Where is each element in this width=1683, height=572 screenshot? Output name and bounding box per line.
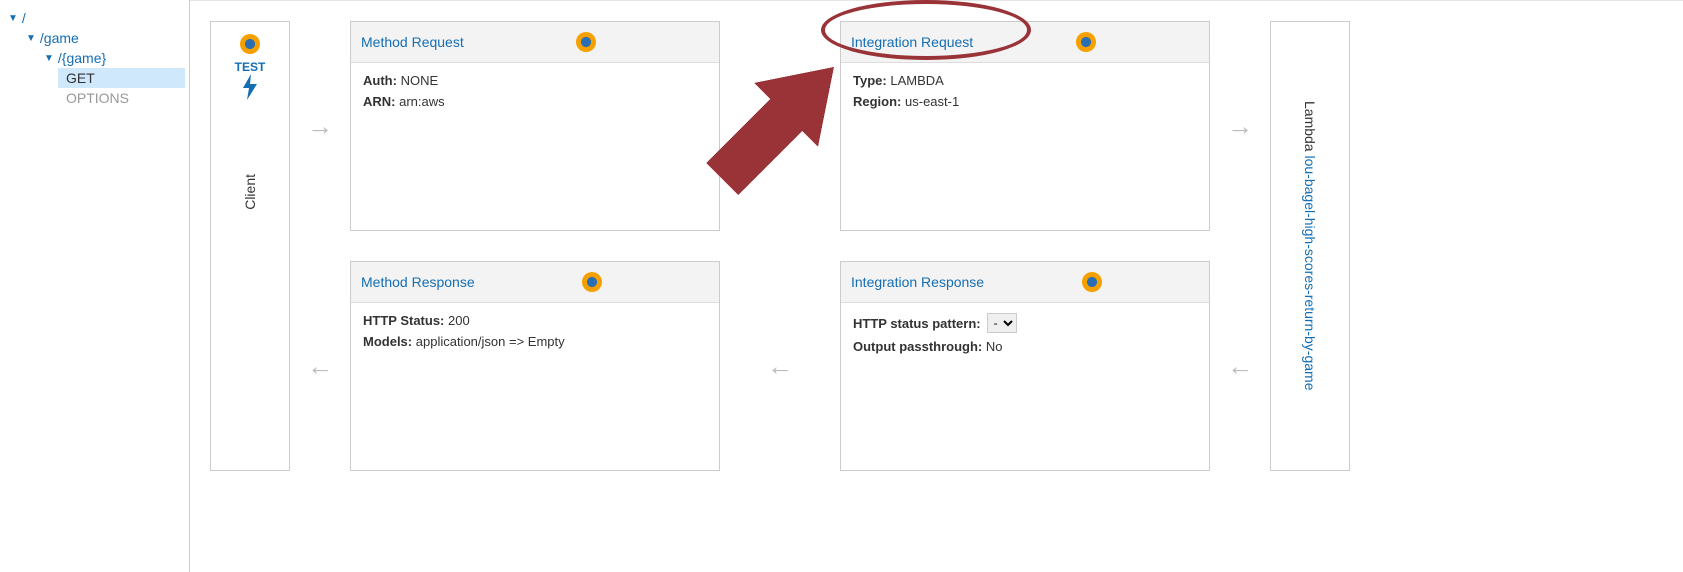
caret-down-icon: ▼ bbox=[8, 13, 18, 24]
arrow-left-icon: ← bbox=[1227, 351, 1253, 382]
http-status-label: HTTP Status: bbox=[363, 313, 444, 328]
tree-root-label: / bbox=[22, 10, 26, 26]
status-pattern-select[interactable]: - bbox=[987, 313, 1017, 333]
lambda-label: Lambda lou-bagel-high-scores-return-by-g… bbox=[1302, 101, 1318, 390]
status-pattern-label: HTTP status pattern: bbox=[853, 316, 981, 331]
tree-game-path-label: /{game} bbox=[58, 50, 106, 66]
lambda-function-link[interactable]: lou-bagel-high-scores-return-by-game bbox=[1302, 156, 1318, 391]
arrow-client-to-method-request: → bbox=[290, 21, 350, 231]
integration-response-box: Integration Response HTTP status pattern… bbox=[840, 261, 1210, 471]
caret-down-icon: ▼ bbox=[44, 53, 54, 64]
arrow-method-to-integration-request bbox=[720, 21, 840, 231]
tree-game-path[interactable]: ▼ /{game} bbox=[40, 48, 185, 68]
method-response-box: Method Response HTTP Status: 200 Models:… bbox=[350, 261, 720, 471]
arrow-left-icon: ← bbox=[767, 351, 793, 382]
gear-icon[interactable] bbox=[582, 272, 602, 292]
method-request-box: Method Request Auth: NONE ARN: arn:aws bbox=[350, 21, 720, 231]
arrow-method-response-to-client: ← bbox=[290, 261, 350, 471]
tree-game[interactable]: ▼ /game bbox=[22, 28, 185, 48]
test-button[interactable]: TEST bbox=[235, 60, 266, 74]
arn-value: arn:aws bbox=[399, 94, 445, 109]
http-status-value: 200 bbox=[448, 313, 470, 328]
arrow-integration-to-method-response: ← bbox=[720, 261, 840, 471]
method-request-link[interactable]: Method Request bbox=[361, 34, 464, 50]
region-label: Region: bbox=[853, 94, 901, 109]
integration-request-box: Integration Request Type: LAMBDA Region:… bbox=[840, 21, 1210, 231]
tree-method-options-label: OPTIONS bbox=[66, 90, 129, 106]
passthrough-value: No bbox=[986, 339, 1003, 354]
gear-icon[interactable] bbox=[1082, 272, 1102, 292]
type-value: LAMBDA bbox=[890, 73, 943, 88]
arrow-right-icon: → bbox=[1227, 111, 1253, 142]
tree-method-options[interactable]: OPTIONS bbox=[58, 88, 185, 108]
tree-root[interactable]: ▼ / bbox=[4, 8, 185, 28]
region-value: us-east-1 bbox=[905, 94, 959, 109]
method-execution-flow: TEST Client → Method Request Auth: NONE … bbox=[190, 0, 1683, 572]
gear-icon[interactable] bbox=[240, 34, 260, 54]
lambda-box: Lambda lou-bagel-high-scores-return-by-g… bbox=[1270, 21, 1350, 471]
models-label: Models: bbox=[363, 334, 412, 349]
tree-method-get-label: GET bbox=[66, 70, 95, 86]
arrow-right-icon: → bbox=[307, 111, 333, 142]
auth-value: NONE bbox=[401, 73, 439, 88]
client-box: TEST Client bbox=[210, 21, 290, 471]
arrow-integration-request-to-lambda: → bbox=[1210, 21, 1270, 231]
gear-icon[interactable] bbox=[576, 32, 596, 52]
arrow-left-icon: ← bbox=[307, 351, 333, 382]
tree-game-label: /game bbox=[40, 30, 79, 46]
caret-down-icon: ▼ bbox=[26, 33, 36, 44]
lambda-prefix: Lambda bbox=[1302, 101, 1318, 155]
bolt-icon[interactable] bbox=[242, 74, 258, 104]
models-value: application/json => Empty bbox=[416, 334, 565, 349]
integration-request-link[interactable]: Integration Request bbox=[851, 34, 973, 50]
method-response-link[interactable]: Method Response bbox=[361, 274, 475, 290]
client-label: Client bbox=[242, 174, 258, 210]
gear-icon[interactable] bbox=[1076, 32, 1096, 52]
auth-label: Auth: bbox=[363, 73, 397, 88]
type-label: Type: bbox=[853, 73, 887, 88]
resource-tree: ▼ / ▼ /game ▼ /{game} GET OPTIONS bbox=[0, 0, 190, 572]
integration-response-link[interactable]: Integration Response bbox=[851, 274, 984, 290]
arrow-lambda-to-integration-response: ← bbox=[1210, 261, 1270, 471]
arn-label: ARN: bbox=[363, 94, 396, 109]
passthrough-label: Output passthrough: bbox=[853, 339, 982, 354]
tree-method-get[interactable]: GET bbox=[58, 68, 185, 88]
